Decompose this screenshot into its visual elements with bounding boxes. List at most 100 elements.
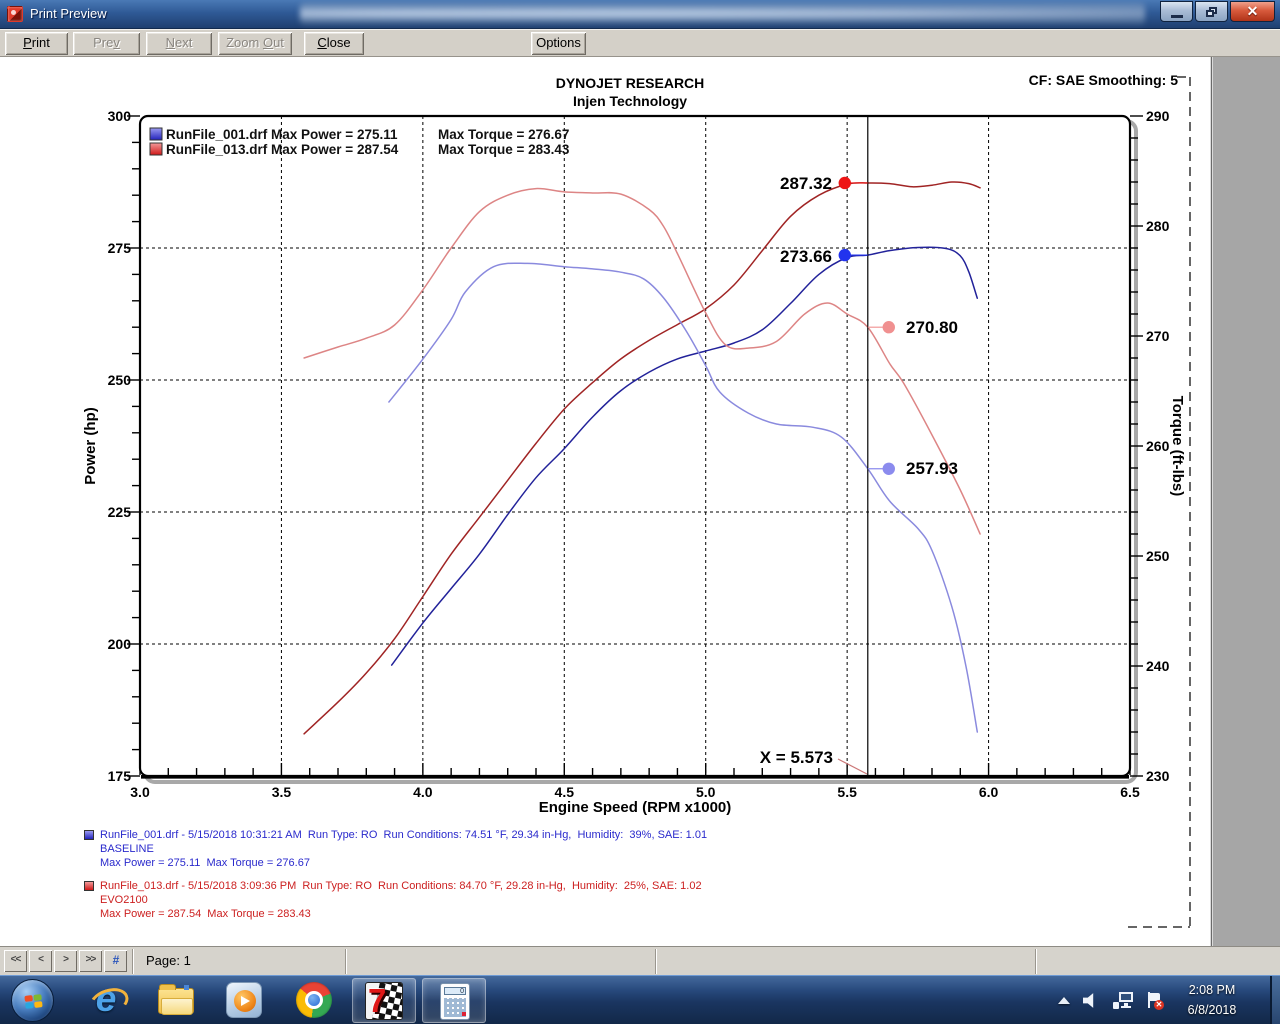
y-left-tick-label: 225: [108, 504, 132, 520]
taskbar-clock[interactable]: 2:08 PM 6/8/2018: [1172, 980, 1252, 1020]
toolbar: Print Prev Next Zoom Out Close Lock Aspe…: [0, 29, 1280, 57]
x-tick-label: 5.0: [696, 784, 716, 800]
x-tick-label: 4.5: [555, 784, 575, 800]
dyno-chart: 3.0 3.5 4.0 4.5 5.0 5.5 6.0 6.5 300 275 250 225 200 1…: [0, 57, 1280, 946]
prev-page-button[interactable]: <: [29, 950, 52, 972]
correction-label: CF: SAE Smoothing: 5: [1029, 72, 1179, 88]
system-tray: ✕: [1058, 976, 1164, 1024]
first-page-button[interactable]: <<: [4, 950, 27, 972]
dynojet-icon: 7: [365, 982, 403, 1020]
y-right-tick-label: 250: [1146, 548, 1170, 564]
legend-run001-torque: Max Torque = 276.67: [438, 127, 569, 142]
statusbar-divider: [132, 949, 133, 974]
show-desktop-button[interactable]: [1270, 976, 1280, 1024]
clock-time: 2:08 PM: [1172, 980, 1252, 1000]
run013-name: EVO2100: [100, 893, 148, 907]
zoom-out-button[interactable]: Zoom Out: [218, 32, 292, 55]
app-icon: [7, 6, 23, 22]
dynojet-app-taskbar-button[interactable]: 7: [352, 978, 416, 1023]
page-indicator: Page: 1: [146, 953, 191, 968]
y-left-tick-label: 275: [108, 240, 132, 256]
window-title: Print Preview: [30, 0, 107, 29]
close-icon: ✕: [1247, 3, 1259, 20]
run001-conditions: RunFile_001.drf - 5/15/2018 10:31:21 AM …: [100, 828, 707, 842]
legend-run013-power: RunFile_013.drf Max Power = 287.54: [166, 142, 399, 157]
run013-maxvalues: Max Power = 287.54 Max Torque = 283.43: [100, 907, 311, 921]
media-player-icon[interactable]: [226, 982, 262, 1018]
calculator-taskbar-button[interactable]: 0: [422, 978, 486, 1023]
cursor-marker: [883, 321, 895, 333]
status-bar: << < > >> # Page: 1: [0, 946, 1280, 975]
taskbar: e 7 0 ✕ 2:08 PM 6/8/2018: [0, 975, 1280, 1024]
x-axis-label: Engine Speed (RPM x1000): [539, 799, 732, 816]
clock-date: 6/8/2018: [1172, 1000, 1252, 1020]
chart-title: DYNOJET RESEARCH: [556, 75, 705, 91]
network-icon[interactable]: [1113, 992, 1133, 1009]
y-axis-left-label: Power (hp): [82, 407, 99, 485]
cursor-marker: [839, 177, 851, 189]
x-tick-label: 4.0: [413, 784, 433, 800]
x-tick-label: 6.0: [979, 784, 999, 800]
volume-icon[interactable]: [1083, 993, 1100, 1009]
next-page-button[interactable]: >: [54, 950, 77, 972]
run013-conditions: RunFile_013.drf - 5/15/2018 3:09:36 PM R…: [100, 879, 702, 893]
calculator-icon: 0: [440, 983, 470, 1020]
annotation-torque-013: 270.80: [906, 318, 958, 337]
y-right-tick-label: 270: [1146, 328, 1170, 344]
y-right-tick-label: 290: [1146, 108, 1170, 124]
y-right-tick-label: 280: [1146, 218, 1170, 234]
next-button[interactable]: Next: [146, 32, 212, 55]
close-preview-button[interactable]: Close: [304, 32, 364, 55]
run001-name: BASELINE: [100, 842, 154, 856]
statusbar-divider: [655, 949, 656, 974]
cursor-marker: [883, 463, 895, 475]
blurred-background-window-title: [300, 3, 1145, 24]
chrome-icon[interactable]: [296, 982, 332, 1018]
statusbar-divider: [1035, 949, 1036, 974]
y-right-tick-label: 260: [1146, 438, 1170, 454]
screen: Print Preview ✕ Print Prev Next Zoom Out…: [0, 0, 1280, 1024]
minimize-button[interactable]: [1160, 1, 1193, 22]
hidden-icons-icon[interactable]: [1058, 997, 1070, 1004]
annotation-power-013: 287.32: [780, 174, 832, 193]
legend-swatch-run001: [150, 128, 162, 140]
x-tick-label: 5.5: [837, 784, 857, 800]
last-page-button[interactable]: >>: [79, 950, 102, 972]
close-button[interactable]: ✕: [1230, 1, 1275, 22]
print-button[interactable]: Print: [5, 32, 68, 55]
windows-logo-icon: [24, 994, 42, 1009]
annotation-torque-001: 257.93: [906, 459, 958, 478]
restore-button[interactable]: [1195, 1, 1228, 22]
legend-run013-torque: Max Torque = 283.43: [438, 142, 570, 157]
start-button[interactable]: [11, 979, 54, 1022]
title-bar: Print Preview ✕: [0, 0, 1280, 29]
legend: RunFile_001.drf Max Power = 275.11 Max T…: [150, 127, 570, 157]
prev-button[interactable]: Prev: [73, 32, 140, 55]
legend-swatch-run013: [150, 143, 162, 155]
run001-color-swatch: [84, 830, 94, 840]
legend-run001-power: RunFile_001.drf Max Power = 275.11: [166, 127, 398, 142]
x-tick-label: 3.0: [130, 784, 150, 800]
y-axis-right-label: Torque (ft-lbs): [1169, 396, 1186, 497]
options-button[interactable]: Options: [531, 32, 586, 55]
plot-background: [140, 116, 1130, 776]
goto-page-button[interactable]: #: [104, 950, 127, 972]
out-of-page-area: [1213, 57, 1280, 946]
file-explorer-icon[interactable]: [158, 982, 194, 1014]
run013-color-swatch: [84, 881, 94, 891]
cursor-marker: [839, 249, 851, 261]
y-left-tick-label: 250: [108, 372, 132, 388]
statusbar-divider: [345, 949, 346, 974]
y-left-tick-label: 175: [108, 768, 132, 784]
internet-explorer-icon[interactable]: e: [88, 982, 124, 1018]
y-left-tick-label: 200: [108, 636, 132, 652]
print-preview-page: 3.0 3.5 4.0 4.5 5.0 5.5 6.0 6.5 300 275 250 225 200 1…: [0, 57, 1280, 946]
action-center-icon[interactable]: ✕: [1146, 992, 1164, 1010]
y-left-tick-label: 300: [108, 108, 132, 124]
annotation-power-001: 273.66: [780, 247, 832, 266]
chart-subtitle: Injen Technology: [573, 93, 687, 109]
restore-icon: [1206, 7, 1217, 17]
x-tick-label: 6.5: [1120, 784, 1140, 800]
run001-maxvalues: Max Power = 275.11 Max Torque = 276.67: [100, 856, 310, 870]
x-tick-label: 3.5: [272, 784, 292, 800]
